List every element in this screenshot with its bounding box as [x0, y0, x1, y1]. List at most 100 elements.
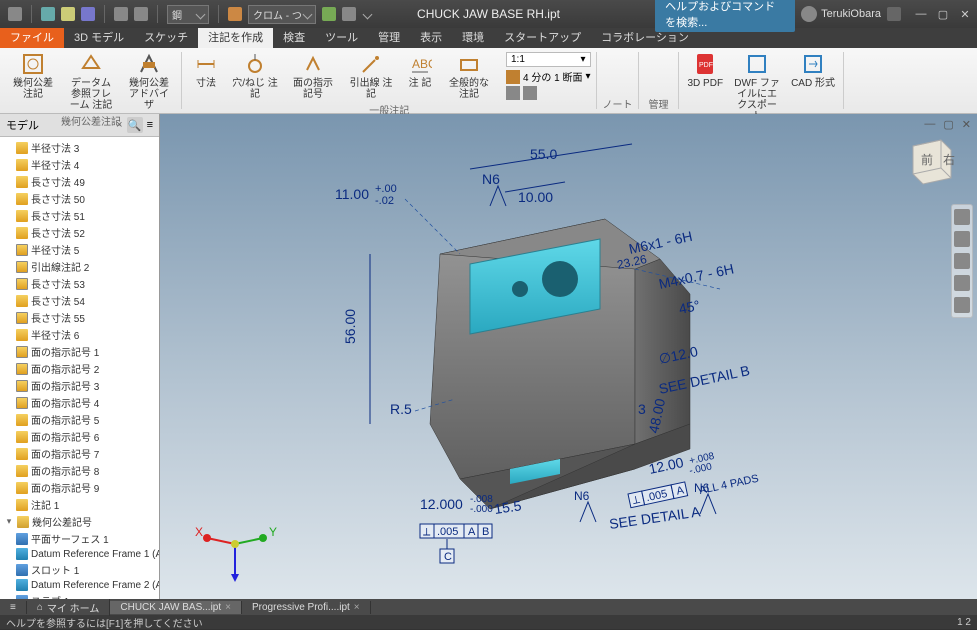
redo-icon[interactable]	[134, 7, 148, 21]
tree-item[interactable]: 注記 1	[0, 496, 159, 513]
document-title: CHUCK JAW BASE RH.ipt	[417, 7, 560, 21]
status-help-text: ヘルプを参照するには[F1]を押してください	[6, 615, 203, 630]
tree-item[interactable]: 面の指示記号 5	[0, 411, 159, 428]
tree-item[interactable]: 長さ寸法 51	[0, 207, 159, 224]
add-icon[interactable]	[342, 7, 356, 21]
svg-text:10.00: 10.00	[518, 189, 553, 205]
scale-dropdown[interactable]: 1:1▾	[506, 52, 591, 67]
new-icon[interactable]	[41, 7, 55, 21]
doctab-close-icon[interactable]: ×	[225, 602, 231, 613]
tree-item[interactable]: 面の指示記号 2	[0, 360, 159, 377]
status-pages: 1 2	[957, 617, 971, 628]
tree-item[interactable]: 面の指示記号 3	[0, 377, 159, 394]
appearance-icon[interactable]	[228, 7, 242, 21]
lookat-icon[interactable]	[954, 297, 970, 313]
lightbulb-icon[interactable]	[523, 86, 537, 100]
ribbon: 幾何公差 注記 データム参照フレーム 注記 幾何公差 アドバイザ 幾何公差注記 …	[0, 48, 977, 114]
export-3dpdf-button[interactable]: PDF3D PDF	[685, 50, 727, 124]
tree-item[interactable]: 半径寸法 6	[0, 326, 159, 343]
tab-tools[interactable]: ツール	[315, 26, 368, 48]
tree-item[interactable]: 半径寸法 4	[0, 156, 159, 173]
undo-icon[interactable]	[114, 7, 128, 21]
tree-item[interactable]: ▾幾何公差記号	[0, 513, 159, 530]
tab-manage[interactable]: 管理	[368, 26, 410, 48]
coordinate-triad: X Y Z	[195, 525, 277, 585]
orbit-icon[interactable]	[954, 275, 970, 291]
section-view-button[interactable]: 4 分の 1 断面▾	[506, 69, 591, 84]
svg-text:N6: N6	[574, 489, 590, 503]
svg-text:前: 前	[921, 152, 933, 167]
tree-item[interactable]: 半径寸法 5	[0, 241, 159, 258]
help-icon[interactable]	[887, 7, 901, 21]
tab-3d-model[interactable]: 3D モデル	[64, 26, 134, 48]
svg-text:56.00: 56.00	[342, 309, 358, 344]
tree-item[interactable]: 長さ寸法 55	[0, 309, 159, 326]
tolerance-advisor-button[interactable]: 幾何公差 アドバイザ	[122, 50, 176, 113]
hole-note-button[interactable]: 穴/ねじ 注記	[228, 50, 282, 102]
tree-item[interactable]: 平面サーフェス 1	[0, 530, 159, 547]
export-cad-button[interactable]: CAD 形式	[788, 50, 838, 124]
pan-icon[interactable]	[954, 231, 970, 247]
doctab-close-icon[interactable]: ×	[354, 602, 360, 613]
svg-text:ABC: ABC	[412, 57, 432, 71]
help-search[interactable]: ヘルプおよびコマンドを検索...	[655, 0, 795, 32]
minimize-button[interactable]: —	[915, 8, 927, 21]
save-icon[interactable]	[81, 7, 95, 21]
doctabs-menu-icon[interactable]: ≡	[0, 601, 27, 614]
material-dropdown[interactable]: 鋼	[167, 5, 209, 24]
general-profile-button[interactable]: 全般的な 注記	[442, 50, 496, 102]
model-tree[interactable]: 半径寸法 3半径寸法 4長さ寸法 49長さ寸法 50長さ寸法 51長さ寸法 52…	[0, 137, 159, 599]
tree-item[interactable]: 長さ寸法 54	[0, 292, 159, 309]
fx-icon[interactable]	[322, 7, 336, 21]
tree-item[interactable]: Datum Reference Frame 2 (A|B)	[0, 578, 159, 592]
tab-sketch[interactable]: スケッチ	[134, 26, 198, 48]
tab-startup[interactable]: スタートアップ	[494, 26, 591, 48]
svg-text:右: 右	[943, 152, 955, 167]
user-account[interactable]: TerukiObara	[801, 6, 881, 22]
tab-inspect[interactable]: 検査	[273, 26, 315, 48]
tree-item[interactable]: 面の指示記号 8	[0, 462, 159, 479]
svg-text:M6x1 - 6H: M6x1 - 6H	[627, 228, 693, 257]
tree-item[interactable]: 面の指示記号 1	[0, 343, 159, 360]
dimension-button[interactable]: 寸法	[188, 50, 224, 102]
model-browser: モデル × 🔍 ≡ 半径寸法 3半径寸法 4長さ寸法 49長さ寸法 50長さ寸法…	[0, 114, 160, 599]
tab-annotate[interactable]: 注記を作成	[198, 26, 273, 48]
close-button[interactable]: ✕	[959, 8, 971, 21]
appearance-dropdown[interactable]: クロム - つ	[248, 5, 316, 24]
zoom-icon[interactable]	[954, 253, 970, 269]
tree-item[interactable]: 面の指示記号 9	[0, 479, 159, 496]
doctab-home[interactable]: ⌂マイ ホーム	[27, 599, 111, 616]
tree-item[interactable]: 引出線注記 2	[0, 258, 159, 275]
qat-expand-icon[interactable]	[362, 9, 372, 19]
tree-item[interactable]: スロット 1	[0, 561, 159, 578]
svg-text:B: B	[482, 526, 489, 538]
tree-item[interactable]: Datum Reference Frame 1 (A)	[0, 547, 159, 561]
open-icon[interactable]	[61, 7, 75, 21]
doctab-current[interactable]: CHUCK JAW BAS...ipt×	[110, 601, 242, 614]
tree-item[interactable]: 面の指示記号 4	[0, 394, 159, 411]
leader-note-button[interactable]: 引出線 注記	[344, 50, 398, 102]
refresh-icon[interactable]	[506, 86, 520, 100]
graphics-canvas[interactable]: — ▢ ✕ 55.0	[160, 114, 977, 599]
tree-item[interactable]: 長さ寸法 50	[0, 190, 159, 207]
export-dwf-button[interactable]: DWF ファイルにエクスポート	[730, 50, 784, 124]
tree-item[interactable]: 長さ寸法 52	[0, 224, 159, 241]
doctab-other[interactable]: Progressive Profi....ipt×	[242, 601, 371, 614]
tab-view[interactable]: 表示	[410, 26, 452, 48]
datum-frame-button[interactable]: データム参照フレーム 注記	[64, 50, 118, 113]
home-view-icon[interactable]	[954, 209, 970, 225]
app-icon[interactable]	[8, 7, 22, 21]
tree-item[interactable]: 長さ寸法 49	[0, 173, 159, 190]
tree-item[interactable]: 半径寸法 3	[0, 139, 159, 156]
tab-environments[interactable]: 環境	[452, 26, 494, 48]
tree-item[interactable]: 面の指示記号 7	[0, 445, 159, 462]
surface-texture-button[interactable]: 面の指示 記号	[286, 50, 340, 102]
tree-item[interactable]: 面の指示記号 6	[0, 428, 159, 445]
maximize-button[interactable]: ▢	[937, 8, 949, 21]
view-cube[interactable]: 前 右	[901, 134, 957, 190]
svg-text:+.00: +.00	[375, 183, 397, 195]
tab-file[interactable]: ファイル	[0, 26, 64, 48]
general-note-button[interactable]: ABC注 記	[402, 50, 438, 102]
tree-item[interactable]: 長さ寸法 53	[0, 275, 159, 292]
tolerance-feature-button[interactable]: 幾何公差 注記	[6, 50, 60, 113]
